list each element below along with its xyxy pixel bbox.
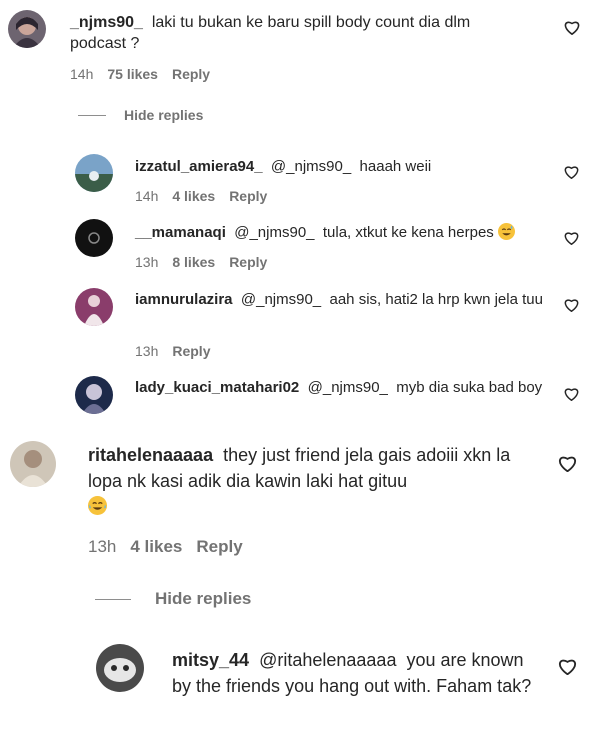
comment-text: __mamanaqi @_njms90_ tula, xtkut ke kena…: [135, 223, 555, 243]
tears-of-joy-emoji-icon: [88, 496, 107, 516]
mention-link[interactable]: @_njms90_: [308, 379, 388, 396]
comment-likes[interactable]: 8 likes: [172, 254, 215, 270]
comment-text: iamnurulazira @_njms90_ aah sis, hati2 l…: [135, 290, 550, 310]
divider: [95, 598, 131, 600]
comment-text: lady_kuaci_matahari02 @_njms90_ myb dia …: [135, 378, 550, 398]
comment-time: 13h: [135, 343, 159, 359]
mention-link[interactable]: @ritahelenaaaaa: [259, 650, 396, 670]
reply-mitsy44: mitsy_44 @ritahelenaaaaa you are known b…: [0, 640, 590, 733]
comment-time: 13h: [135, 254, 159, 270]
reply-button[interactable]: Reply: [229, 254, 267, 270]
comment-text: izzatul_amiera94_ @_njms90_ haaah weii: [135, 157, 535, 177]
comment-text: _njms90_ laki tu bukan ke baru spill bod…: [70, 12, 510, 54]
comment-username[interactable]: _njms90_: [70, 14, 143, 31]
hide-replies-button[interactable]: Hide replies: [78, 107, 203, 123]
hide-replies-label: Hide replies: [124, 107, 204, 123]
avatar[interactable]: [75, 219, 113, 257]
avatar[interactable]: [8, 10, 46, 48]
comment-body: haaah weii: [359, 158, 432, 175]
comment-body: tula, xtkut ke kena herpes: [322, 224, 494, 241]
comment-meta: 13h 4 likes Reply: [88, 537, 257, 557]
reply-iamnurulazira: iamnurulazira @_njms90_ aah sis, hati2 l…: [0, 282, 590, 362]
comment-meta: 13h Reply: [135, 343, 224, 359]
sweat-smile-emoji-icon: [497, 223, 515, 240]
avatar[interactable]: [10, 441, 56, 487]
comment-username[interactable]: lady_kuaci_matahari02: [135, 379, 299, 396]
heart-outline-icon[interactable]: [558, 658, 577, 675]
comment-username[interactable]: mitsy_44: [172, 650, 249, 670]
comment-username[interactable]: __mamanaqi: [135, 224, 226, 241]
comment-likes[interactable]: 75 likes: [107, 66, 158, 82]
reply-izzatul: izzatul_amiera94_ @_njms90_ haaah weii 1…: [0, 148, 590, 208]
reply-button[interactable]: Reply: [196, 537, 242, 557]
comment-text: ritahelenaaaaa they just friend jela gai…: [88, 443, 543, 520]
heart-outline-icon[interactable]: [564, 165, 579, 179]
comment-time: 14h: [135, 188, 159, 204]
avatar[interactable]: [75, 154, 113, 192]
comment-ritahelenaaaaa: ritahelenaaaaa they just friend jela gai…: [0, 435, 590, 565]
comment-text: mitsy_44 @ritahelenaaaaa you are known b…: [172, 648, 532, 699]
comment-username[interactable]: izzatul_amiera94_: [135, 158, 263, 175]
avatar[interactable]: [96, 644, 144, 692]
comment-body: aah sis, hati2 la hrp kwn jela tuu: [329, 291, 543, 308]
comment-meta: 14h 4 likes Reply: [135, 188, 281, 204]
heart-outline-icon[interactable]: [564, 298, 579, 312]
comment-meta: 13h 8 likes Reply: [135, 254, 281, 270]
mention-link[interactable]: @_njms90_: [234, 224, 314, 241]
comment-username[interactable]: ritahelenaaaaa: [88, 445, 213, 465]
comment-njms90: _njms90_ laki tu bukan ke baru spill bod…: [0, 0, 590, 100]
reply-button[interactable]: Reply: [172, 343, 210, 359]
hide-replies-button[interactable]: Hide replies: [95, 589, 251, 609]
comment-likes[interactable]: 4 likes: [172, 188, 215, 204]
mention-link[interactable]: @_njms90_: [271, 158, 351, 175]
mention-link[interactable]: @_njms90_: [241, 291, 321, 308]
avatar[interactable]: [75, 376, 113, 414]
hide-replies-label: Hide replies: [155, 589, 252, 608]
comment-time: 13h: [88, 537, 117, 556]
comment-username[interactable]: iamnurulazira: [135, 291, 233, 308]
comment-body: myb dia suka bad boy: [396, 379, 543, 396]
reply-button[interactable]: Reply: [172, 66, 210, 82]
heart-outline-icon[interactable]: [564, 231, 579, 245]
divider: [78, 114, 106, 116]
comment-time: 14h: [70, 66, 94, 82]
heart-outline-icon[interactable]: [558, 455, 577, 472]
reply-mamanaqi: __mamanaqi @_njms90_ tula, xtkut ke kena…: [0, 215, 590, 275]
reply-button[interactable]: Reply: [229, 188, 267, 204]
comment-likes[interactable]: 4 likes: [130, 537, 182, 557]
comment-meta: 14h 75 likes Reply: [70, 66, 224, 82]
reply-lady-kuaci: lady_kuaci_matahari02 @_njms90_ myb dia …: [0, 372, 590, 422]
heart-outline-icon[interactable]: [564, 387, 579, 401]
heart-outline-icon[interactable]: [564, 20, 580, 35]
avatar[interactable]: [75, 288, 113, 326]
